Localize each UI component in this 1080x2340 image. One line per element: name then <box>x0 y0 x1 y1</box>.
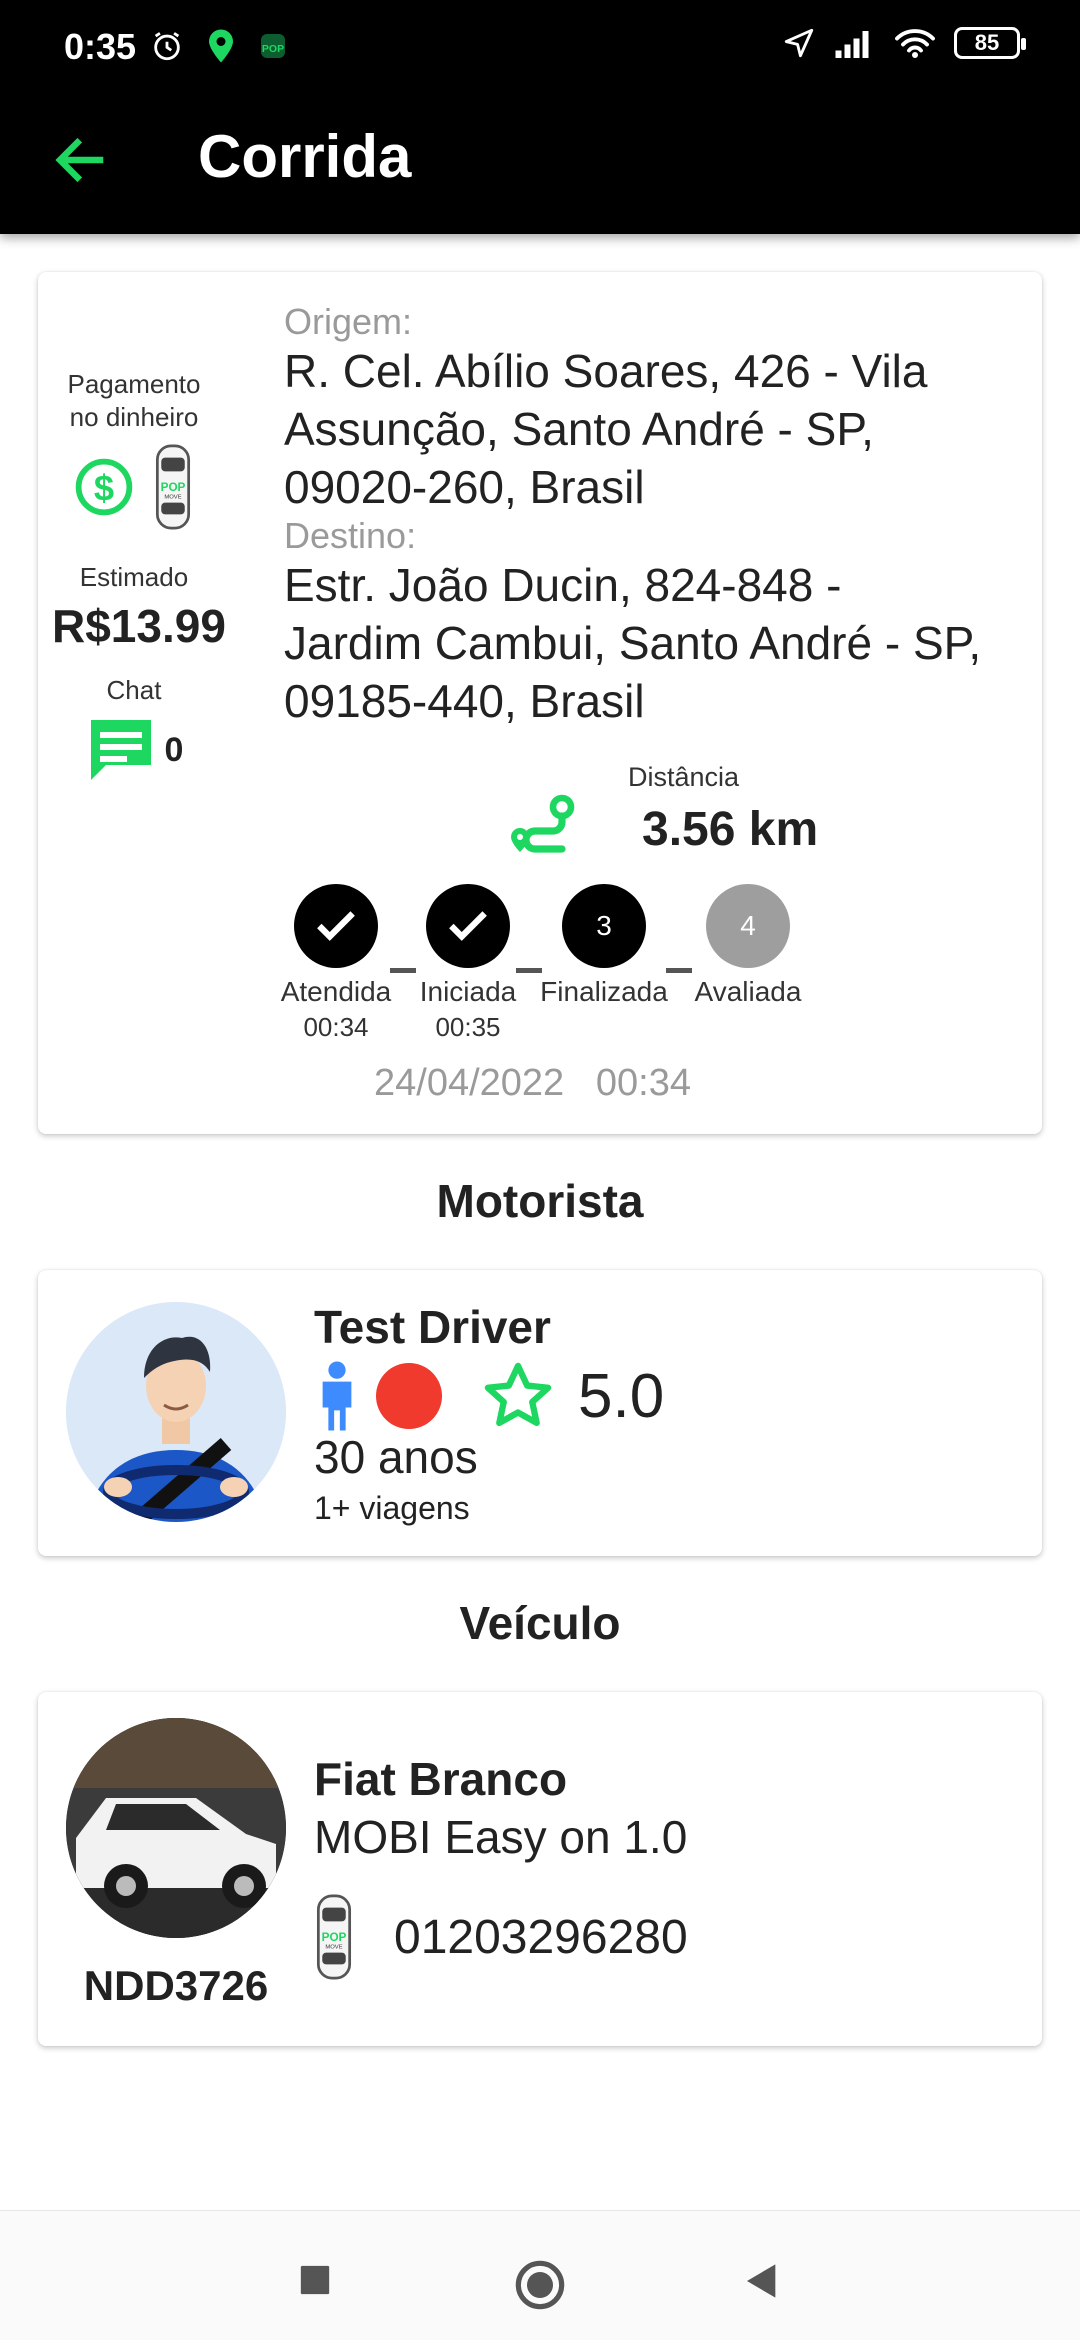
route-icon <box>511 794 575 853</box>
vehicle-code: 01203296280 <box>394 1910 688 1964</box>
driver-rating: 5.0 <box>578 1361 665 1431</box>
step-connector <box>666 968 692 973</box>
origin-label: Origem: <box>284 301 413 342</box>
driver-info-row: 5.0 <box>314 1358 664 1434</box>
step-check-icon <box>426 884 510 968</box>
ride-date: 24/04/2022 <box>374 1062 565 1104</box>
step-started: Iniciada 00:35 <box>393 884 543 1043</box>
step-time: 00:34 <box>303 1012 369 1042</box>
location-arrow-icon <box>784 28 814 58</box>
step-connector <box>390 968 416 973</box>
step-finished: 3 Finalizada <box>529 884 679 1008</box>
estimate-value: R$13.99 <box>52 600 226 652</box>
origin-address-line: Assunção, Santo André - SP, <box>284 403 874 455</box>
payment-label: Pagamento no dinheiro <box>67 369 201 432</box>
distance-block: Distância 3.56 km <box>508 762 868 872</box>
pop-move-icon: POP <box>261 34 285 58</box>
chat-count: 0 <box>164 730 184 769</box>
pop-app-icon <box>209 29 233 63</box>
step-connector <box>516 968 542 973</box>
chat-label: Chat <box>106 675 162 705</box>
driver-age: 30 anos <box>314 1431 478 1483</box>
star-icon <box>484 1362 552 1427</box>
origin-address-line: R. Cel. Abílio Soares, 426 - Vila <box>284 345 928 397</box>
battery-level: 85 <box>974 30 1000 55</box>
step-number: 3 <box>562 884 646 968</box>
status-bar: 0:35 POP 85 <box>0 0 1080 100</box>
chat-button[interactable]: 0 <box>52 714 216 786</box>
distance-value: 3.56 km <box>642 803 819 856</box>
origin-address-line: 09020-260, Brasil <box>284 461 645 513</box>
ride-time: 00:34 <box>595 1062 691 1104</box>
back-triangle-icon[interactable] <box>742 2261 782 2301</box>
ride-summary-column: Pagamento no dinheiro $ POP MOVE Estimado… <box>52 368 226 786</box>
destination-label: Destino: <box>284 515 417 556</box>
step-rated: 4 Avaliada <box>673 884 823 1008</box>
step-check-icon <box>294 884 378 968</box>
ride-progress: Atendida 00:34 Iniciada 00:35 3 Finaliza… <box>38 884 1042 1042</box>
ride-datetime: 24/04/2022 00:34 <box>374 1062 691 1105</box>
svg-text:POP: POP <box>161 481 186 494</box>
vehicle-section-title: Veículo <box>459 1597 621 1649</box>
distance-label: Distância <box>628 762 740 792</box>
dollar-icon: $ <box>75 458 133 516</box>
destination-address-line: Estr. João Ducin, 824-848 - <box>284 559 842 611</box>
system-nav-bar <box>0 2210 1080 2340</box>
signal-icon <box>835 31 869 58</box>
svg-text:$: $ <box>94 467 114 508</box>
status-notification-icons: POP <box>150 28 288 64</box>
person-icon <box>322 1361 352 1431</box>
home-circle-icon[interactable] <box>514 2259 566 2311</box>
wifi-icon <box>895 29 935 58</box>
payment-icons: $ POP MOVE <box>52 442 216 532</box>
recents-square-icon[interactable] <box>298 2263 332 2297</box>
estimate-label: Estimado <box>79 562 189 592</box>
step-time: 00:35 <box>435 1012 501 1042</box>
driver-card[interactable]: Test Driver 5.0 30 anos 1+ viagens <box>38 1270 1042 1556</box>
step-attended: Atendida 00:34 <box>261 884 411 1043</box>
app-bar: Corrida <box>0 100 1080 234</box>
step-label: Avaliada <box>694 976 802 1007</box>
driver-trips: 1+ viagens <box>314 1490 470 1526</box>
vehicle-card[interactable]: NDD3726 Fiat Branco MOBI Easy on 1.0 POP… <box>38 1692 1042 2046</box>
vehicle-brand-color: Fiat Branco <box>314 1753 568 1805</box>
step-label: Iniciada <box>419 976 517 1007</box>
driver-avatar <box>66 1302 286 1522</box>
alarm-icon <box>154 32 180 61</box>
status-system-icons: 85 <box>782 26 1026 60</box>
svg-text:POP: POP <box>322 1931 347 1944</box>
address-block: Origem: R. Cel. Abílio Soares, 426 - Vil… <box>284 302 1044 730</box>
step-label: Finalizada <box>540 976 668 1007</box>
svg-text:MOVE: MOVE <box>164 495 181 501</box>
svg-text:POP: POP <box>262 43 284 55</box>
pop-car-icon: POPMOVE <box>316 1894 352 1980</box>
driver-section-title: Motorista <box>436 1175 644 1227</box>
battery-icon: 85 <box>954 27 1026 59</box>
vehicle-code-row: POP MOVE 01203296280 <box>314 1892 688 1982</box>
destination-address-line: Jardim Cambui, Santo André - SP, <box>284 617 982 669</box>
step-number: 4 <box>706 884 790 968</box>
pop-car-icon: POPMOVE <box>155 444 191 530</box>
svg-text:MOVE: MOVE <box>325 1945 342 1951</box>
driver-name: Test Driver <box>314 1301 551 1353</box>
vehicle-model: MOBI Easy on 1.0 <box>314 1811 688 1863</box>
vehicle-photo <box>66 1718 286 1938</box>
ride-card: Pagamento no dinheiro $ POP MOVE Estimado… <box>38 272 1042 1134</box>
step-label: Atendida <box>280 976 392 1007</box>
destination-address-line: 09185-440, Brasil <box>284 675 645 727</box>
status-time: 0:35 <box>64 26 137 67</box>
status-dot-icon <box>376 1363 442 1429</box>
chat-icon <box>90 720 151 780</box>
vehicle-plate: NDD3726 <box>83 1962 269 2009</box>
arrow-left-icon[interactable] <box>50 130 110 190</box>
page-title: Corrida <box>198 123 412 190</box>
